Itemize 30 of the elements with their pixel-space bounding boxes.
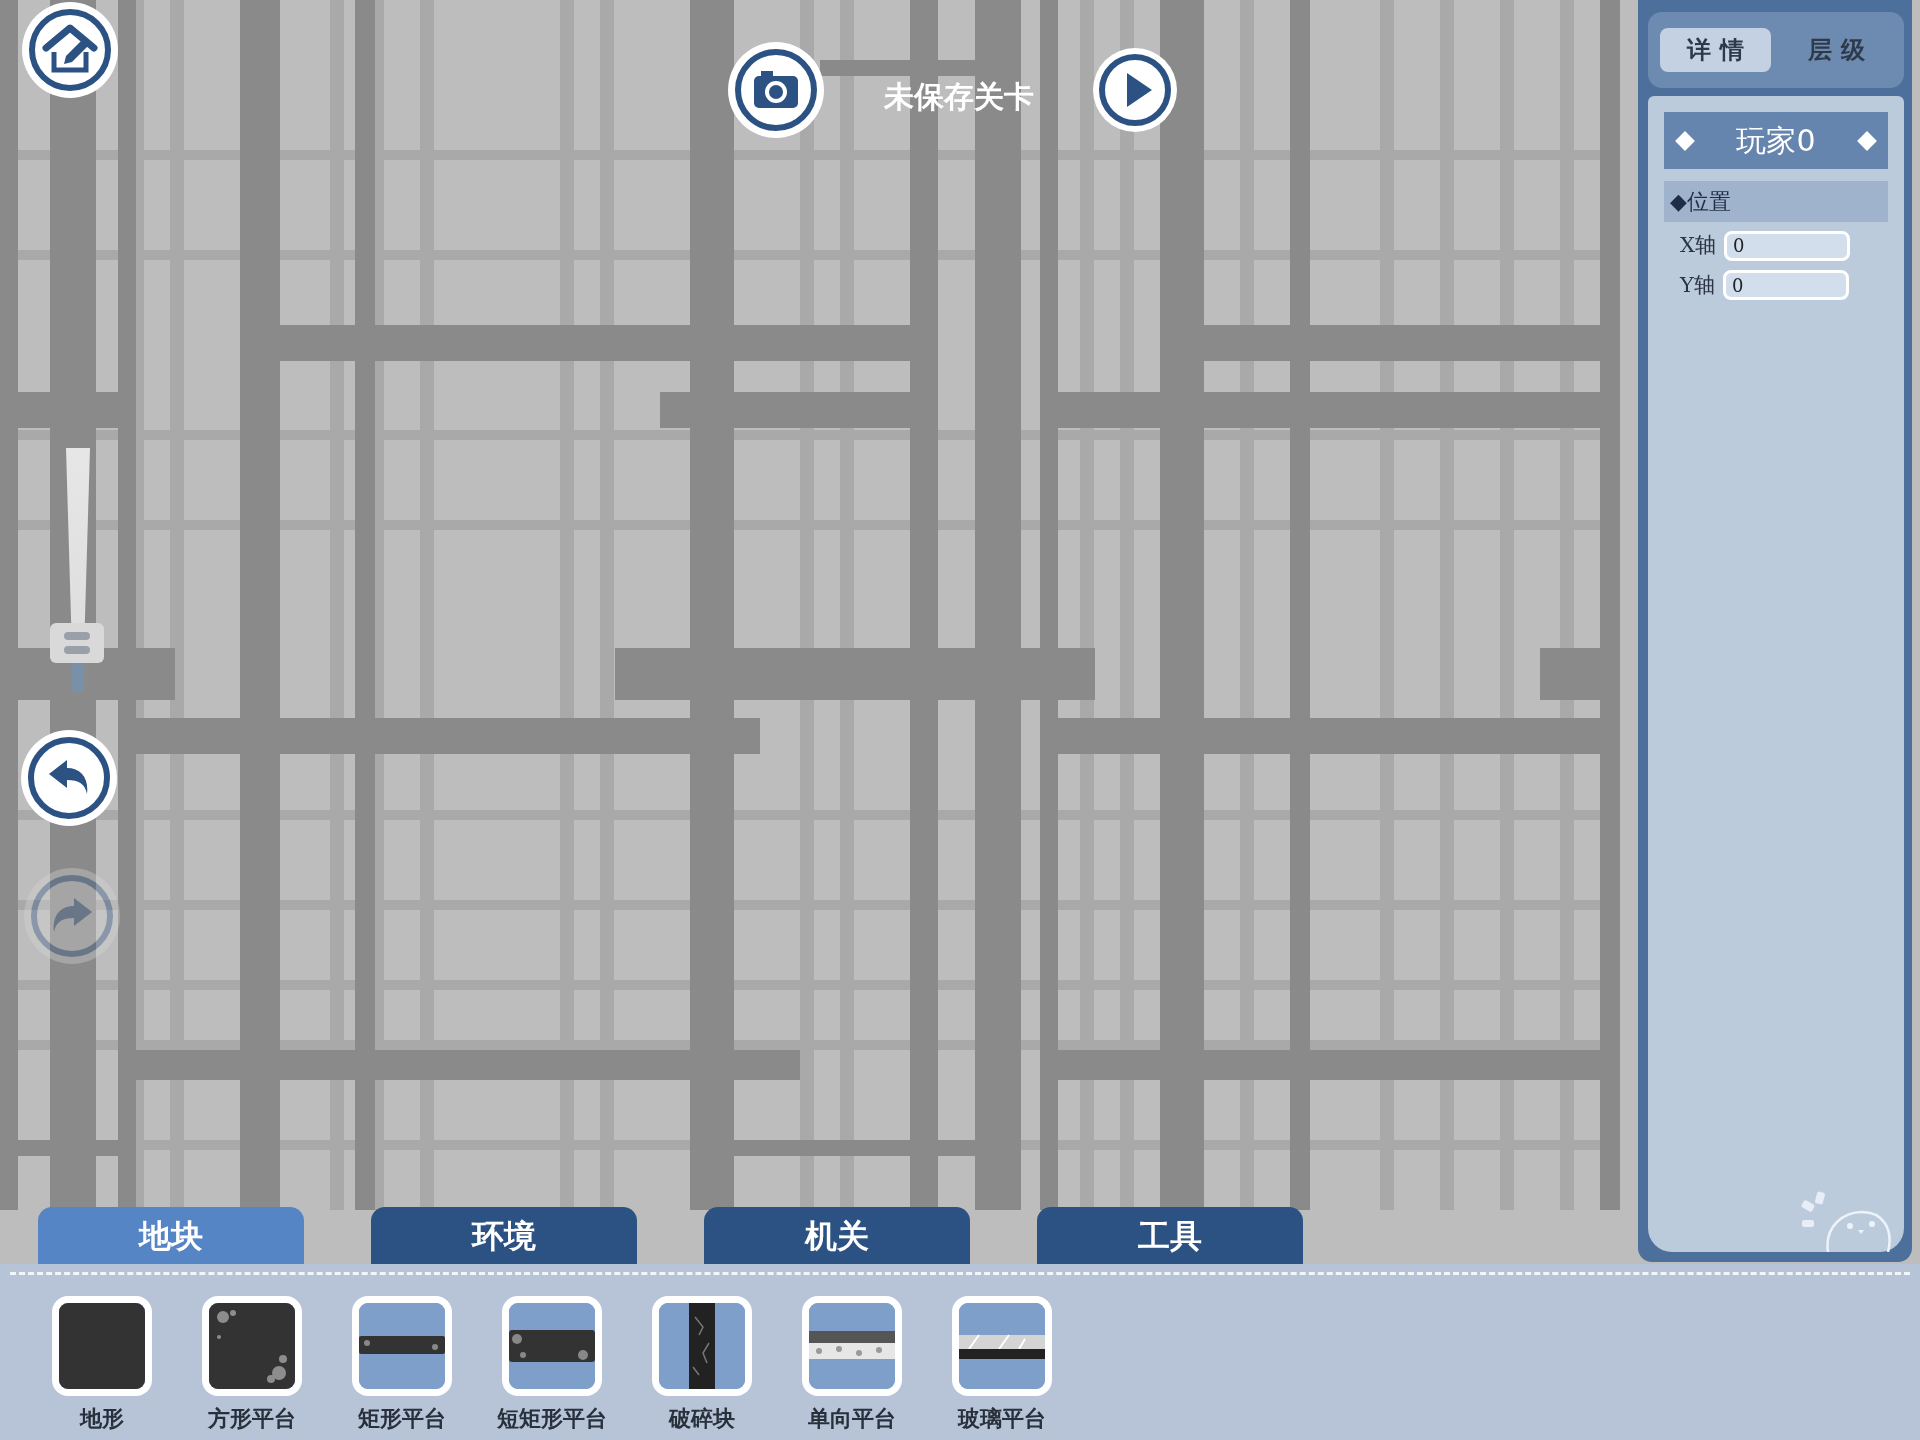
section-header: ◆位置 xyxy=(1664,181,1888,222)
play-icon xyxy=(1098,53,1172,127)
category-tab[interactable]: 机关 xyxy=(704,1207,970,1265)
palette-tile[interactable] xyxy=(802,1296,902,1396)
category-tab[interactable]: 环境 xyxy=(371,1207,637,1265)
coordinate-field[interactable]: 0 xyxy=(1722,270,1849,301)
palette-tile[interactable] xyxy=(652,1296,752,1396)
palette-label: 玻璃平台 xyxy=(958,1405,1046,1433)
palette-tile[interactable] xyxy=(952,1296,1052,1396)
palette-tile[interactable] xyxy=(202,1296,302,1396)
axis-label: Y轴 xyxy=(1680,271,1715,299)
palette-label: 地形 xyxy=(80,1405,124,1433)
slider-thumb[interactable] xyxy=(50,623,104,664)
axis-label: X轴 xyxy=(1680,232,1716,259)
coordinate-field[interactable]: 0 xyxy=(1723,230,1850,261)
palette-label: 破碎块 xyxy=(669,1405,735,1433)
level-title: 未保存关卡 xyxy=(884,78,1034,116)
palette-label: 短矩形平台 xyxy=(497,1405,607,1433)
palette-tile[interactable] xyxy=(502,1296,602,1396)
palette-label: 单向平台 xyxy=(808,1405,896,1433)
category-tab[interactable]: 工具 xyxy=(1037,1207,1303,1265)
panel-tab[interactable]: 详 情 xyxy=(1660,28,1771,72)
category-tab[interactable]: 地块 xyxy=(38,1207,304,1265)
house-pencil-icon xyxy=(28,8,112,92)
object-name: 玩家0 xyxy=(1736,122,1816,160)
palette-label: 矩形平台 xyxy=(358,1405,446,1433)
palette-tile[interactable] xyxy=(52,1296,152,1396)
palette-tile[interactable] xyxy=(352,1296,452,1396)
palette-label: 方形平台 xyxy=(208,1405,296,1433)
camera-icon xyxy=(734,48,818,132)
